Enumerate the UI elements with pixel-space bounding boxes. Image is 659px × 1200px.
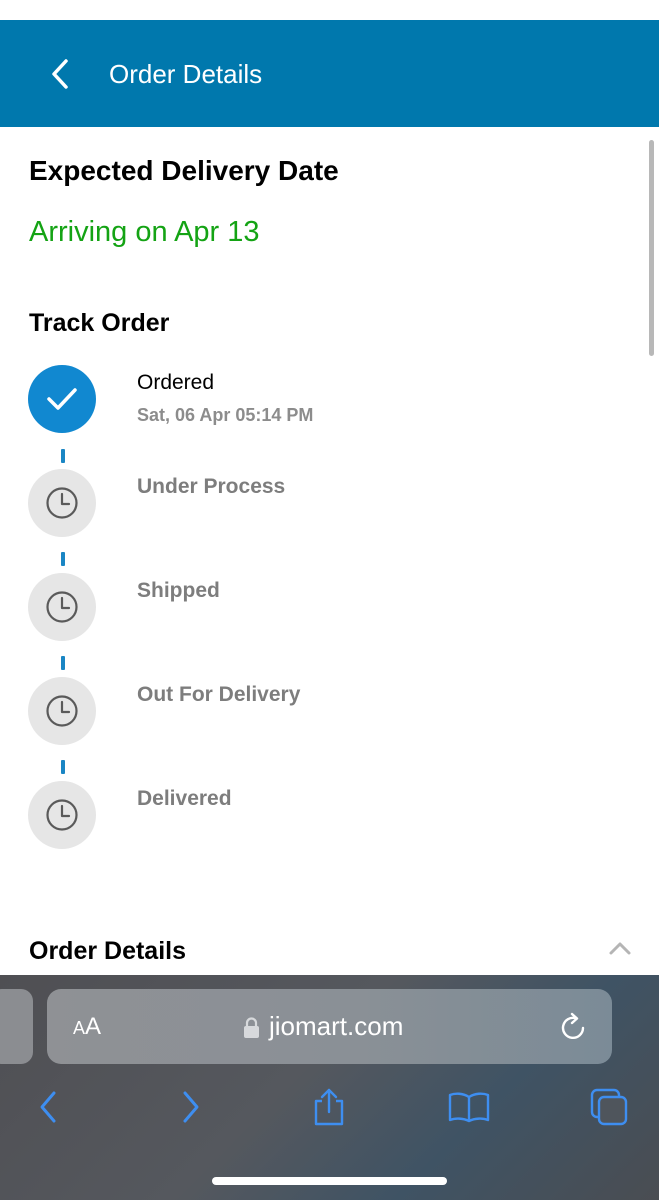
- share-button[interactable]: [307, 1085, 351, 1129]
- address-bar[interactable]: AA jiomart.com: [47, 989, 612, 1064]
- step-under-process-status: [28, 469, 96, 537]
- step-ordered-time: Sat, 06 Apr 05:14 PM: [137, 405, 314, 425]
- share-icon: [314, 1088, 344, 1126]
- bookmarks-button[interactable]: [447, 1085, 491, 1129]
- tabs-button[interactable]: [587, 1085, 631, 1129]
- chevron-up-icon[interactable]: [606, 936, 634, 960]
- step-ordered-status: [28, 365, 96, 433]
- clock-icon: [46, 487, 78, 519]
- forward-icon: [183, 1091, 199, 1123]
- step-ordered-label: Ordered: [137, 371, 215, 394]
- browser-toolbar: AA jiomart.com: [0, 975, 659, 1200]
- lock-icon: [244, 1017, 259, 1038]
- back-icon: [40, 1091, 56, 1123]
- browser-forward-button[interactable]: [169, 1085, 213, 1129]
- bookmarks-icon: [448, 1092, 490, 1123]
- step-delivered-label: Delivered: [137, 787, 232, 810]
- app-header: Order Details: [0, 20, 659, 127]
- clock-icon: [46, 695, 78, 727]
- step-connector: [61, 760, 65, 774]
- home-indicator: [212, 1177, 447, 1185]
- page-title: Order Details: [109, 59, 263, 89]
- step-connector: [61, 449, 65, 463]
- text-size-button[interactable]: AA: [73, 1013, 101, 1041]
- back-button[interactable]: [38, 52, 82, 96]
- clock-icon: [46, 799, 78, 831]
- step-out-for-delivery-label: Out For Delivery: [137, 683, 301, 706]
- check-icon: [47, 388, 77, 410]
- step-delivered-status: [28, 781, 96, 849]
- previous-tab-preview[interactable]: [0, 989, 33, 1064]
- browser-back-button[interactable]: [26, 1085, 70, 1129]
- status-bar-area: [0, 0, 659, 20]
- expected-delivery-heading: Expected Delivery Date: [29, 155, 339, 186]
- url-text: jiomart.com: [269, 1011, 404, 1041]
- step-under-process-label: Under Process: [137, 475, 286, 498]
- order-details-heading[interactable]: Order Details: [29, 934, 186, 968]
- step-connector: [61, 656, 65, 670]
- step-out-for-delivery-status: [28, 677, 96, 745]
- step-shipped-status: [28, 573, 96, 641]
- reload-icon[interactable]: [560, 1012, 588, 1042]
- step-connector: [61, 552, 65, 566]
- clock-icon: [46, 591, 78, 623]
- chevron-left-icon: [52, 59, 68, 89]
- scrollbar[interactable]: [649, 140, 654, 356]
- track-order-heading: Track Order: [29, 309, 170, 337]
- text-size-small-label: A: [73, 1018, 86, 1038]
- arriving-date: Arriving on Apr 13: [29, 216, 260, 248]
- text-size-big-label: A: [85, 1013, 102, 1040]
- tabs-icon: [590, 1088, 628, 1126]
- step-shipped-label: Shipped: [137, 579, 220, 602]
